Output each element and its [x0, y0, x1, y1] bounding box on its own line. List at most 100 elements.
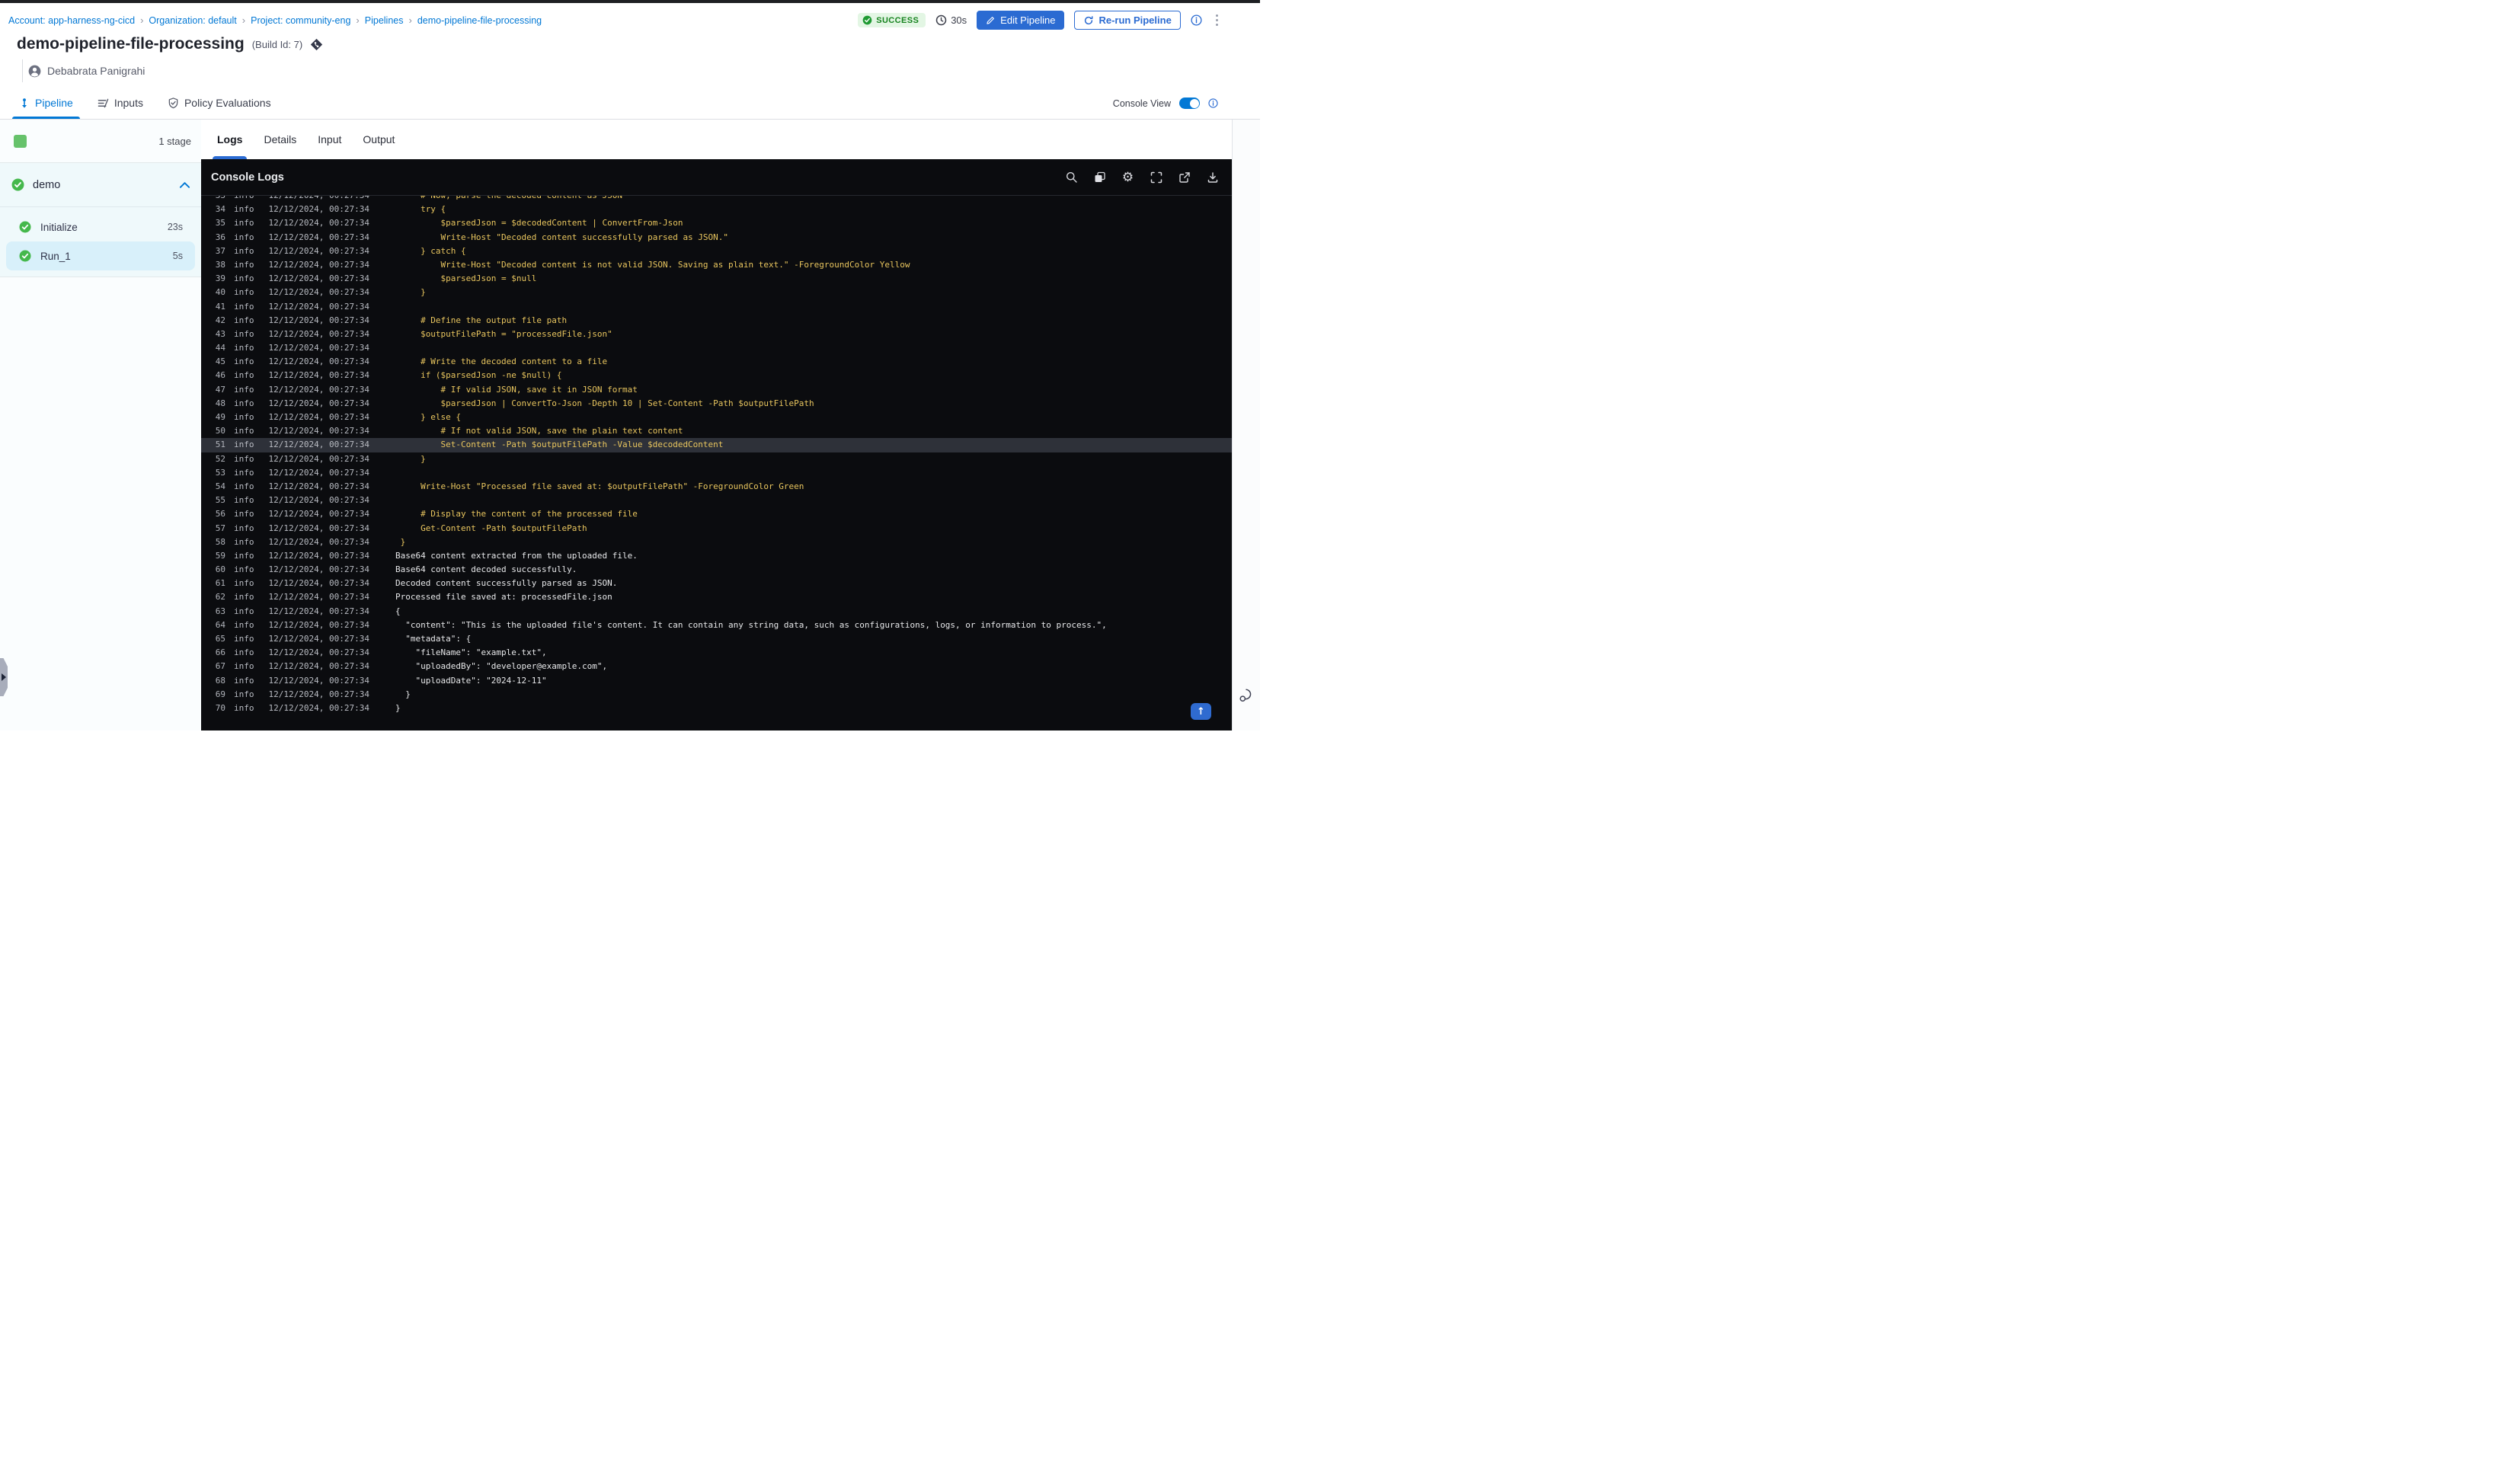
log-timestamp: 12/12/2024, 00:27:34 — [268, 578, 369, 589]
log-line-41[interactable]: 41 info 12/12/2024, 00:27:34 — [201, 300, 1232, 314]
log-line-number: 68 — [215, 675, 225, 686]
step-name: Initialize — [40, 221, 78, 233]
log-line-58[interactable]: 58 info 12/12/2024, 00:27:34 } — [201, 535, 1232, 549]
log-line-52[interactable]: 52 info 12/12/2024, 00:27:34 } — [201, 452, 1232, 466]
log-line-36[interactable]: 36 info 12/12/2024, 00:27:34 Write-Host "D… — [201, 231, 1232, 245]
inputs-icon — [98, 98, 109, 107]
log-line-45[interactable]: 45 info 12/12/2024, 00:27:34 # Write the d… — [201, 355, 1232, 369]
log-line-55[interactable]: 55 info 12/12/2024, 00:27:34 — [201, 494, 1232, 507]
log-line-60[interactable]: 60 info 12/12/2024, 00:27:34 Base64 content… — [201, 563, 1232, 577]
log-message: "uploadedBy": "developer@example.com", — [395, 661, 608, 672]
tab-logs[interactable]: Logs — [212, 120, 248, 159]
log-level: info — [234, 384, 254, 395]
log-line-47[interactable]: 47 info 12/12/2024, 00:27:34 # If valid JS… — [201, 383, 1232, 397]
log-line-65[interactable]: 65 info 12/12/2024, 00:27:34 "metadata": { — [201, 632, 1232, 646]
log-line-50[interactable]: 50 info 12/12/2024, 00:27:34 # If not vali… — [201, 424, 1232, 438]
log-line-33[interactable]: 33 info 12/12/2024, 00:27:34 # Now, parse … — [201, 196, 1232, 203]
stage-demo-header[interactable]: demo — [0, 163, 201, 207]
tab-pipeline[interactable]: Pipeline — [12, 97, 80, 119]
log-line-62[interactable]: 62 info 12/12/2024, 00:27:34 Processed file… — [201, 590, 1232, 604]
log-message: Base64 content decoded successfully. — [395, 564, 577, 575]
console-view-toggle[interactable] — [1179, 98, 1200, 109]
fullscreen-icon[interactable] — [1150, 171, 1162, 184]
log-line-37[interactable]: 37 info 12/12/2024, 00:27:34 } catch { — [201, 245, 1232, 258]
breadcrumb-account-link[interactable]: Account: app-harness-ng-cicd — [8, 15, 135, 26]
log-line-66[interactable]: 66 info 12/12/2024, 00:27:34 "fileName": "… — [201, 646, 1232, 660]
log-line-61[interactable]: 61 info 12/12/2024, 00:27:34 Decoded conten… — [201, 577, 1232, 590]
log-line-43[interactable]: 43 info 12/12/2024, 00:27:34 $outputFilePa… — [201, 328, 1232, 341]
log-line-63[interactable]: 63 info 12/12/2024, 00:27:34 { — [201, 605, 1232, 619]
log-line-39[interactable]: 39 info 12/12/2024, 00:27:34 $parsedJson =… — [201, 272, 1232, 286]
log-level: info — [234, 467, 254, 478]
log-line-54[interactable]: 54 info 12/12/2024, 00:27:34 Write-Host "P… — [201, 480, 1232, 494]
tab-input[interactable]: Input — [316, 120, 343, 159]
log-line-57[interactable]: 57 info 12/12/2024, 00:27:34 Get-Content -… — [201, 522, 1232, 535]
log-message: # Define the output file path — [395, 315, 568, 325]
tab-inputs[interactable]: Inputs — [95, 97, 146, 119]
log-timestamp: 12/12/2024, 00:27:34 — [268, 232, 369, 242]
chevron-up-icon[interactable] — [179, 181, 190, 189]
log-timestamp: 12/12/2024, 00:27:34 — [268, 689, 369, 699]
log-line-42[interactable]: 42 info 12/12/2024, 00:27:34 # Define the … — [201, 314, 1232, 328]
log-level: info — [234, 606, 254, 616]
tab-policy-evaluations[interactable]: Policy Evaluations — [165, 97, 273, 119]
log-timestamp: 12/12/2024, 00:27:34 — [268, 702, 369, 713]
log-message: } — [395, 453, 426, 464]
log-line-64[interactable]: 64 info 12/12/2024, 00:27:34 "content": "T… — [201, 619, 1232, 632]
log-level: info — [234, 259, 254, 270]
log-line-70[interactable]: 70 info 12/12/2024, 00:27:34} — [201, 702, 1232, 715]
rerun-pipeline-button[interactable]: Re-run Pipeline — [1074, 11, 1181, 30]
breadcrumb-project-link[interactable]: Project: community-eng — [251, 15, 350, 26]
log-timestamp: 12/12/2024, 00:27:34 — [268, 218, 369, 229]
open-in-new-icon[interactable] — [1178, 171, 1191, 184]
log-level: info — [234, 356, 254, 367]
log-timestamp: 12/12/2024, 00:27:34 — [268, 467, 369, 478]
log-line-number: 33 — [210, 196, 225, 203]
log-line-number: 66 — [215, 647, 225, 658]
step-row-initialize[interactable]: Initialize 23s — [6, 213, 195, 241]
log-line-48[interactable]: 48 info 12/12/2024, 00:27:34 $parsedJson |… — [201, 397, 1232, 411]
step-row-run-1[interactable]: Run_1 5s — [6, 241, 195, 270]
tab-output[interactable]: Output — [361, 120, 396, 159]
log-level: info — [234, 647, 254, 658]
log-message: # If not valid JSON, save the plain text… — [395, 426, 683, 436]
log-timestamp: 12/12/2024, 00:27:34 — [268, 398, 369, 408]
step-success-icon — [19, 221, 31, 233]
search-icon[interactable] — [1065, 171, 1078, 184]
log-line-56[interactable]: 56 info 12/12/2024, 00:27:34 # Display the… — [201, 507, 1232, 521]
log-line-59[interactable]: 59 info 12/12/2024, 00:27:34 Base64 content… — [201, 549, 1232, 563]
log-line-67[interactable]: 67 info 12/12/2024, 00:27:34 "uploadedBy":… — [201, 660, 1232, 673]
log-line-34[interactable]: 34 info 12/12/2024, 00:27:34 try { — [201, 203, 1232, 216]
more-options-menu-icon[interactable] — [1212, 12, 1222, 28]
log-line-69[interactable]: 69 info 12/12/2024, 00:27:34 } — [201, 688, 1232, 702]
log-line-38[interactable]: 38 info 12/12/2024, 00:27:34 Write-Host "D… — [201, 258, 1232, 272]
edit-pipeline-button[interactable]: Edit Pipeline — [977, 11, 1065, 30]
log-line-number: 35 — [215, 218, 225, 229]
settings-gear-icon[interactable]: ⚙ — [1121, 171, 1134, 184]
breadcrumb-current-pipeline-link[interactable]: demo-pipeline-file-processing — [417, 15, 542, 26]
log-message: Write-Host "Decoded content is not valid… — [395, 259, 910, 270]
breadcrumb-pipelines-link[interactable]: Pipelines — [365, 15, 404, 26]
pipeline-info-icon[interactable] — [1191, 14, 1202, 26]
log-line-53[interactable]: 53 info 12/12/2024, 00:27:34 — [201, 466, 1232, 480]
log-line-35[interactable]: 35 info 12/12/2024, 00:27:34 $parsedJson =… — [201, 216, 1232, 230]
tab-details[interactable]: Details — [262, 120, 298, 159]
log-line-40[interactable]: 40 info 12/12/2024, 00:27:34 } — [201, 286, 1232, 299]
log-line-51[interactable]: 51 info 12/12/2024, 00:27:34 Set-Content -… — [201, 438, 1232, 452]
step-list: Initialize 23s Run_1 5s — [0, 207, 201, 270]
console-view-info-icon[interactable] — [1208, 98, 1218, 108]
log-line-49[interactable]: 49 info 12/12/2024, 00:27:34 } else { — [201, 411, 1232, 424]
log-line-44[interactable]: 44 info 12/12/2024, 00:27:34 — [201, 341, 1232, 355]
log-level: info — [234, 232, 254, 242]
copy-icon[interactable] — [1093, 171, 1106, 184]
log-message: Base64 content extracted from the upload… — [395, 550, 638, 561]
log-line-46[interactable]: 46 info 12/12/2024, 00:27:34 if ($parsedJs… — [201, 369, 1232, 382]
policy-shield-icon — [168, 97, 178, 108]
breadcrumb-organization-link[interactable]: Organization: default — [149, 15, 236, 26]
help-chat-icon[interactable] — [1238, 687, 1255, 708]
log-line-number: 47 — [215, 384, 225, 395]
download-icon[interactable] — [1206, 171, 1219, 184]
stages-sidebar: 1 stage demo Initialize 23s Run_1 5s — [0, 120, 201, 730]
log-line-68[interactable]: 68 info 12/12/2024, 00:27:34 "uploadDate":… — [201, 674, 1232, 688]
scroll-to-top-button[interactable]: ↑ — [1191, 703, 1211, 720]
